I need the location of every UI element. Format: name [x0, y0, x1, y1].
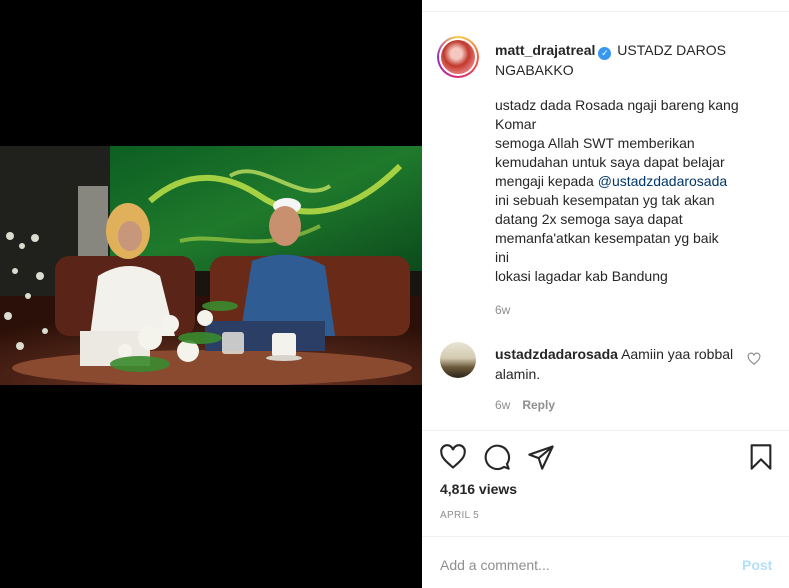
caption-line: Komar: [495, 116, 537, 132]
caption-header: matt_drajatreal ✓ USTADZ DAROS NGABAKKO: [495, 40, 775, 80]
add-comment-input[interactable]: [440, 553, 730, 577]
caption-line: mengaji kepada: [495, 173, 594, 189]
caption-body: ustadz dada Rosada ngaji bareng kang Kom…: [495, 96, 770, 286]
caption-line: semoga Allah SWT memberikan: [495, 135, 695, 151]
caption-line: lokasi lagadar kab Bandung: [495, 268, 668, 284]
comment-meta: 6w Reply: [495, 398, 555, 412]
post-comment-button[interactable]: Post: [742, 557, 772, 573]
reply-button[interactable]: Reply: [522, 398, 555, 412]
event-photo: [0, 146, 422, 385]
caption-line: kemudahan untuk saya dapat belajar: [495, 154, 725, 170]
comment-text: ustadzdadarosada Aamiin yaa robbal alami…: [495, 344, 745, 384]
caption-line: datang 2x semoga saya dapat: [495, 211, 683, 227]
avatar-inner: [439, 38, 477, 76]
caption-line-with-mention: mengaji kepada @ustadzdadarosada: [495, 172, 770, 191]
mention-link[interactable]: @ustadzdadarosada: [598, 173, 727, 189]
commenter-username[interactable]: ustadzdadarosada: [495, 346, 618, 362]
comment-timestamp[interactable]: 6w: [495, 398, 510, 412]
caption-line: ini: [495, 249, 510, 265]
composer-divider: [422, 536, 789, 537]
verified-badge-icon: ✓: [598, 47, 612, 60]
caption-line: memanfa'atkan kesempatan yg baik: [495, 230, 719, 246]
caption-line: ustadz dada Rosada ngaji bareng kang: [495, 97, 739, 113]
avatar-image: [441, 40, 475, 74]
post-timestamp[interactable]: 6w: [495, 303, 510, 317]
post-panel: matt_drajatreal ✓ USTADZ DAROS NGABAKKO u…: [422, 0, 789, 588]
caption-line: ini sebuah kesempatan yg tak akan: [495, 192, 715, 208]
author-username[interactable]: matt_drajatreal: [495, 42, 595, 58]
video-frame[interactable]: [0, 146, 422, 385]
bookmark-icon[interactable]: [747, 443, 775, 471]
actions-divider: [422, 430, 789, 431]
video-area: [0, 0, 422, 588]
view-count[interactable]: 4,816 views: [440, 481, 517, 497]
top-divider: [422, 0, 789, 12]
comment-like-heart-icon[interactable]: [747, 352, 761, 366]
author-avatar[interactable]: [437, 36, 479, 78]
comment-icon[interactable]: [483, 443, 511, 471]
share-icon[interactable]: [527, 443, 555, 471]
heart-icon[interactable]: [439, 443, 467, 471]
commenter-avatar[interactable]: [440, 342, 476, 378]
post-date: APRIL 5: [440, 510, 479, 521]
